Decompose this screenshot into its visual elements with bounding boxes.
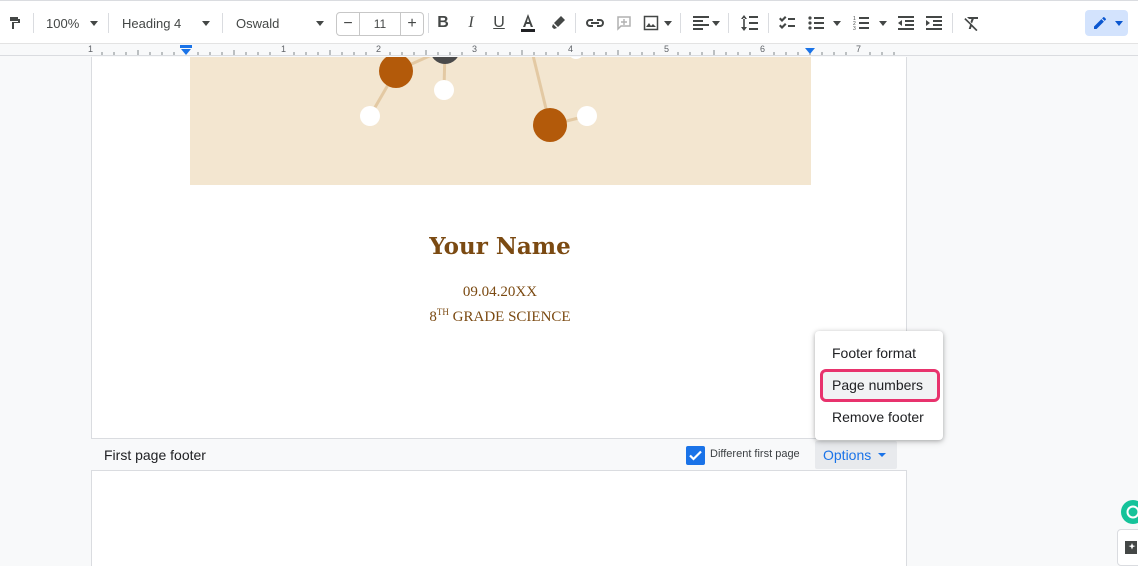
- checklist-icon[interactable]: [777, 10, 797, 36]
- add-comment-icon[interactable]: [613, 10, 635, 36]
- chevron-down-icon: [878, 453, 887, 457]
- grade-line: 8TH GRADE SCIENCE: [92, 307, 908, 326]
- bold-icon[interactable]: B: [433, 10, 453, 36]
- toolbar-divider: [575, 13, 576, 33]
- clear-formatting-icon[interactable]: [961, 10, 983, 36]
- toolbar-divider: [108, 13, 109, 33]
- date-line: 09.04.20XX: [462, 284, 538, 300]
- decrease-indent-icon[interactable]: [896, 10, 916, 36]
- numbered-list-icon[interactable]: 123: [851, 10, 871, 36]
- right-indent-marker[interactable]: [804, 45, 816, 56]
- chevron-down-icon[interactable]: [833, 21, 841, 26]
- svg-text:3: 3: [853, 26, 856, 30]
- font-size-stepper: − 11 +: [336, 12, 424, 36]
- menu-item-footer-format[interactable]: Footer format: [832, 345, 916, 361]
- chevron-down-icon: [90, 21, 98, 26]
- font-dropdown[interactable]: Oswald: [236, 10, 328, 36]
- menu-item-remove-footer[interactable]: Remove footer: [832, 409, 924, 425]
- toolbar-divider: [728, 13, 729, 33]
- chevron-down-icon[interactable]: [712, 21, 720, 26]
- grammarly-icon[interactable]: [1121, 500, 1138, 524]
- grade-number: 8: [429, 309, 437, 325]
- toolbar: 100% Heading 4 Oswald − 11 + B I U 1 2 3: [0, 0, 1138, 44]
- align-left-icon[interactable]: [691, 10, 711, 36]
- font-size-increase-button[interactable]: +: [401, 13, 423, 35]
- underline-icon[interactable]: U: [489, 10, 509, 36]
- checkmark-icon: [689, 450, 702, 461]
- ruler-ticks: [101, 50, 895, 55]
- different-first-page-checkbox[interactable]: [686, 446, 705, 465]
- chevron-down-icon[interactable]: [664, 21, 672, 26]
- chevron-down-icon: [202, 21, 210, 26]
- menu-item-page-numbers[interactable]: Page numbers: [832, 377, 923, 393]
- toolbar-divider: [952, 13, 953, 33]
- chevron-down-icon: [1115, 21, 1123, 26]
- pencil-icon: [1094, 16, 1107, 29]
- highlight-icon[interactable]: [547, 10, 569, 36]
- toolbar-divider: [222, 13, 223, 33]
- sparkle-icon: [1125, 541, 1137, 554]
- horizontal-ruler[interactable]: 1 1 2 3 4 5 6 7: [0, 44, 1138, 56]
- grade-text: GRADE SCIENCE: [448, 309, 571, 325]
- insert-image-icon[interactable]: [641, 10, 661, 36]
- text-color-icon[interactable]: [517, 10, 539, 36]
- explore-panel-button[interactable]: [1117, 529, 1138, 566]
- cover-image: [190, 57, 811, 185]
- paint-format-icon[interactable]: [4, 10, 26, 36]
- left-indent-marker[interactable]: [180, 44, 192, 56]
- toolbar-divider: [428, 13, 429, 33]
- line-spacing-icon[interactable]: [738, 10, 760, 36]
- chevron-down-icon: [316, 21, 324, 26]
- toolbar-divider: [680, 13, 681, 33]
- italic-icon[interactable]: I: [461, 10, 481, 36]
- font-size-decrease-button[interactable]: −: [337, 13, 359, 35]
- zoom-dropdown[interactable]: 100%: [46, 10, 101, 36]
- different-first-page-label[interactable]: Different first page: [710, 448, 800, 460]
- zoom-value: 100%: [46, 15, 80, 31]
- options-menu: Footer format Page numbers Remove footer: [815, 331, 943, 440]
- increase-indent-icon[interactable]: [924, 10, 944, 36]
- footer-label: First page footer: [104, 447, 206, 463]
- link-icon[interactable]: [584, 10, 606, 36]
- student-name-heading: Your Name: [429, 233, 571, 260]
- options-dropdown-button[interactable]: Options: [815, 441, 897, 469]
- editing-mode-button[interactable]: [1085, 10, 1128, 36]
- footer-bar: First page footer Different first page O…: [91, 438, 907, 471]
- options-label: Options: [823, 447, 872, 463]
- chevron-down-icon[interactable]: [879, 21, 887, 26]
- grammarly-g-glyph: [1126, 505, 1138, 519]
- style-value: Heading 4: [122, 15, 182, 31]
- document-page[interactable]: Your Name 09.04.20XX 8TH GRADE SCIENCE: [91, 57, 907, 566]
- grade-superscript: TH: [436, 307, 449, 317]
- toolbar-divider: [33, 13, 34, 33]
- font-size-input[interactable]: 11: [359, 13, 401, 35]
- bulleted-list-icon[interactable]: [806, 10, 826, 36]
- style-dropdown[interactable]: Heading 4: [122, 10, 214, 36]
- font-value: Oswald: [236, 15, 280, 31]
- molecule-illustration: [360, 57, 597, 142]
- toolbar-divider: [768, 13, 769, 33]
